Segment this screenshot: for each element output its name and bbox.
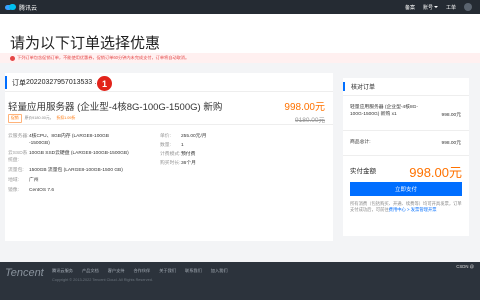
spec-list-left: 云服务器: 4核CPU、8GB内存 (LARGE8-100GB -1500GB)… bbox=[8, 133, 148, 197]
spec-row: 流量包: 1500GB 流量包 (LARGE8-100GB-1500 GB) bbox=[8, 167, 148, 174]
nav-link-ticket[interactable]: 工单 bbox=[446, 4, 456, 11]
footer-link[interactable]: 联系我们 bbox=[185, 268, 202, 274]
footer: Tencent 腾讯云服务 产品文档 客户支持 合作伙伴 关于我们 联系我们 加… bbox=[0, 262, 480, 300]
footer-copyright: Copyright © 2013-2022 Tencent Cloud. All… bbox=[52, 278, 153, 282]
footer-link[interactable]: 合作伙伴 bbox=[133, 268, 150, 274]
spec-value: 255.00元/月 bbox=[181, 134, 207, 139]
spec-list-right: 单价: 255.00元/月 数量: 1 计费模式: 预付费 购买时长: 36个月 bbox=[160, 133, 270, 169]
footer-link[interactable]: 产品文档 bbox=[82, 268, 99, 274]
spec-row: 购买时长: 36个月 bbox=[160, 160, 270, 167]
top-nav: 腾讯云 备案 账号 工单 bbox=[0, 0, 480, 14]
pay-now-button[interactable]: 立即支付 bbox=[350, 182, 462, 196]
divider bbox=[343, 155, 469, 156]
logo-text: 腾讯云 bbox=[19, 5, 38, 12]
spec-key: 云服务器: bbox=[8, 134, 29, 139]
warning-icon bbox=[10, 55, 15, 61]
spec-key: 购买时长: bbox=[160, 161, 181, 166]
spec-value: 广州 bbox=[29, 178, 39, 183]
promo-orig-info: 原价9180.00元， bbox=[24, 116, 54, 120]
footer-link[interactable]: 加入我们 bbox=[211, 268, 228, 274]
spec-row: 数量: 1 bbox=[160, 142, 270, 149]
summary-title: 核对订单 bbox=[351, 84, 376, 91]
spec-key: 数量: bbox=[160, 143, 171, 148]
spec-key: 地域: bbox=[8, 178, 19, 183]
spec-row: 云服务器: 4核CPU、8GB内存 (LARGE8-100GB -1500GB) bbox=[8, 133, 148, 147]
product-price: 998.00元 bbox=[284, 102, 325, 113]
cloud-logo-icon bbox=[5, 3, 16, 11]
spec-row: 云SSD系统盘: 100GB SSD云硬盘 (LARGE8-100GB-1500… bbox=[8, 150, 148, 164]
real-pay-label: 实付金额 bbox=[350, 168, 376, 175]
total-label: 商品总计: bbox=[350, 140, 371, 145]
nav-account[interactable]: 账号 bbox=[423, 4, 438, 11]
spec-value: 36个月 bbox=[181, 161, 196, 166]
original-price: 9180.00元 bbox=[295, 117, 325, 124]
spec-key: 流量包: bbox=[8, 168, 24, 173]
summary-item-name: 轻量应用服务器 (企业型-4核8G-100G-1500G) 新购 x1 bbox=[350, 105, 418, 117]
order-id-row: 订单 20220327957013533 … 81 1 bbox=[5, 76, 333, 91]
promo-notice: 下列订单包含促销订单，不能使用优惠券，促销订单60分钟内未完成支付，订单将自动取… bbox=[0, 53, 480, 63]
spec-row: 单价: 255.00元/月 bbox=[160, 133, 270, 140]
spec-key: 云SSD系统盘: bbox=[8, 151, 28, 163]
promo-tag: 促销 bbox=[8, 114, 22, 123]
product-name: 轻量应用服务器 (企业型-4核8G-100G-1500G) 新购 bbox=[8, 102, 223, 113]
invoice-note: 所有消费（包括购买、开通、续费等）均可开具发票，订单支付成功后，可前往费用中心 … bbox=[350, 201, 464, 213]
invoice-link[interactable]: 费用中心 > 发票管理开票 bbox=[389, 207, 437, 212]
footer-link[interactable]: 腾讯云服务 bbox=[52, 268, 73, 274]
summary-item-value: 998.00元 bbox=[441, 113, 461, 118]
footer-link[interactable]: 关于我们 bbox=[159, 268, 176, 274]
divider bbox=[5, 124, 333, 125]
order-card: 订单 20220327957013533 … 81 1 轻量应用服务器 (企业型… bbox=[5, 73, 333, 241]
annotation-marker: 1 bbox=[97, 76, 112, 91]
divider bbox=[343, 130, 469, 131]
spec-row: 镜像: CentOS 7.6 bbox=[8, 187, 148, 194]
promo-discount-info: 折扣1.09折 bbox=[56, 116, 76, 120]
spec-row: 计费模式: 预付费 bbox=[160, 151, 270, 158]
logo[interactable]: 腾讯云 bbox=[5, 3, 37, 12]
spec-key: 镜像: bbox=[8, 188, 19, 193]
nav-right: 备案 账号 工单 bbox=[405, 3, 472, 11]
footer-link[interactable]: 客户支持 bbox=[108, 268, 125, 274]
order-summary: 核对订单 轻量应用服务器 (企业型-4核8G-100G-1500G) 新购 x1… bbox=[343, 78, 469, 236]
promo-tag-row: 促销 原价9180.00元， 折扣1.09折 bbox=[8, 114, 75, 123]
spec-row: 地域: 广州 bbox=[8, 177, 148, 184]
page-title: 请为以下订单选择优惠 bbox=[10, 35, 161, 52]
spec-value: 1 bbox=[181, 143, 184, 148]
divider bbox=[343, 95, 469, 96]
notice-text: 下列订单包含促销订单，不能使用优惠券，促销订单60分钟内未完成支付，订单将自动取… bbox=[17, 55, 190, 60]
nav-link-beian[interactable]: 备案 bbox=[405, 4, 415, 11]
accent-bar bbox=[343, 81, 345, 91]
spec-value: 100GB SSD云硬盘 (LARGE8-100GB-1500GB) bbox=[29, 151, 129, 156]
order-id-label: 订单 bbox=[12, 79, 26, 87]
real-pay-value: 998.00元 bbox=[409, 165, 462, 180]
footer-links: 腾讯云服务 产品文档 客户支持 合作伙伴 关于我们 联系我们 加入我们 bbox=[52, 268, 228, 274]
divider bbox=[5, 91, 333, 92]
spec-value: CentOS 7.6 bbox=[29, 188, 55, 193]
spec-value: 1500GB 流量包 (LARGE8-100GB-1500 GB) bbox=[29, 168, 123, 173]
spec-value: 预付费 bbox=[181, 152, 196, 157]
avatar[interactable] bbox=[464, 3, 472, 11]
chevron-down-icon bbox=[433, 6, 438, 8]
watermark: CSDN @ bbox=[456, 264, 474, 269]
nav-account-label: 账号 bbox=[422, 4, 433, 11]
spec-value: 4核CPU、8GB内存 (LARGE8-100GB -1500GB) bbox=[29, 134, 109, 146]
summary-header: 核对订单 bbox=[343, 78, 469, 94]
spec-key: 单价: bbox=[160, 134, 171, 139]
total-value: 998.00元 bbox=[441, 141, 461, 146]
footer-logo: Tencent bbox=[5, 267, 44, 279]
spec-key: 计费模式: bbox=[160, 152, 181, 157]
